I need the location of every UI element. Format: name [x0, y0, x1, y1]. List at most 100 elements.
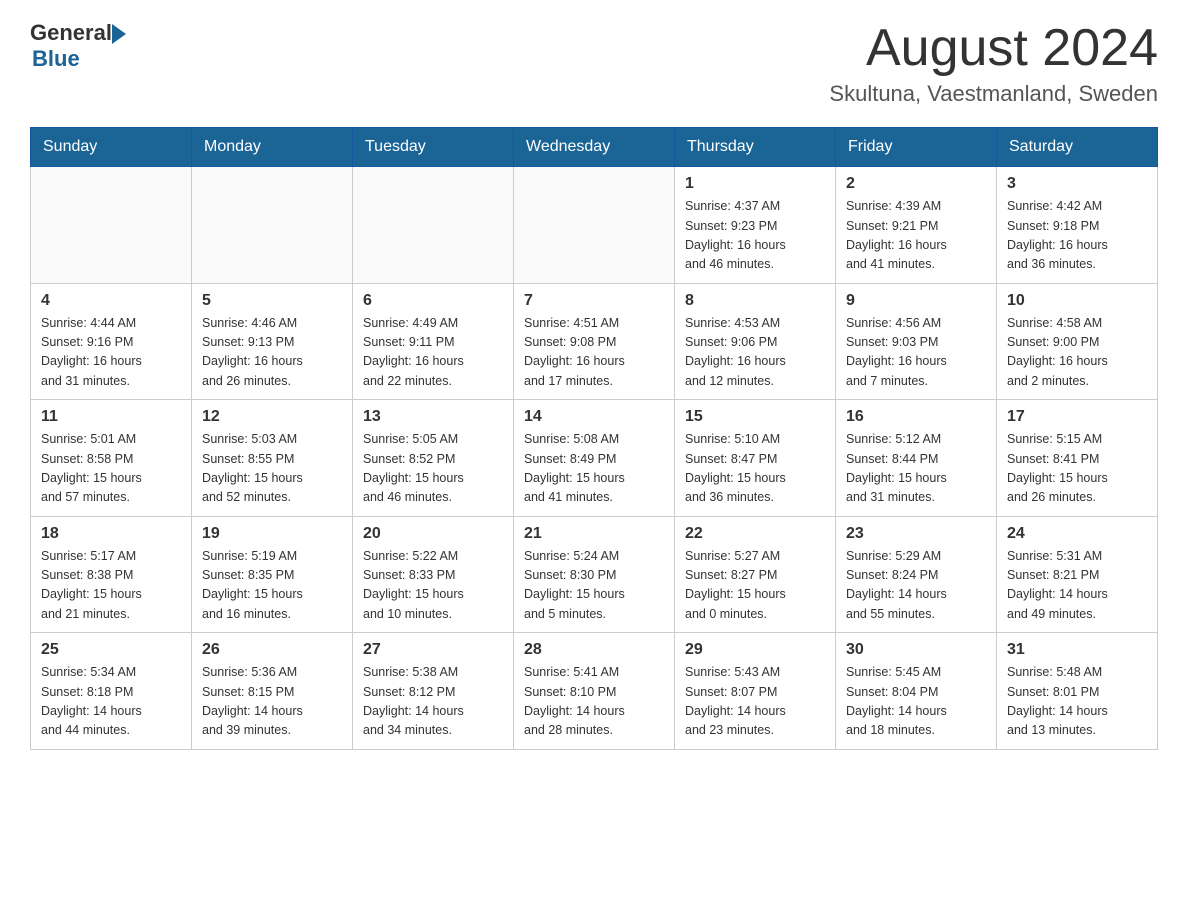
day-info: Sunrise: 5:41 AM Sunset: 8:10 PM Dayligh…	[524, 663, 664, 741]
calendar-cell: 24 Sunrise: 5:31 AM Sunset: 8:21 PM Dayli…	[997, 516, 1158, 633]
day-number: 7	[524, 292, 664, 310]
day-info: Sunrise: 5:05 AM Sunset: 8:52 PM Dayligh…	[363, 430, 503, 508]
calendar-cell: 30 Sunrise: 5:45 AM Sunset: 8:04 PM Dayli…	[836, 633, 997, 750]
week-row-1: 1 Sunrise: 4:37 AM Sunset: 9:23 PM Daylig…	[31, 167, 1158, 284]
day-number: 29	[685, 641, 825, 659]
day-info: Sunrise: 4:37 AM Sunset: 9:23 PM Dayligh…	[685, 197, 825, 275]
day-number: 31	[1007, 641, 1147, 659]
logo-general-text: General	[30, 20, 112, 46]
day-info: Sunrise: 4:42 AM Sunset: 9:18 PM Dayligh…	[1007, 197, 1147, 275]
day-number: 8	[685, 292, 825, 310]
day-info: Sunrise: 5:08 AM Sunset: 8:49 PM Dayligh…	[524, 430, 664, 508]
calendar-cell: 6Sunrise: 4:49 AM Sunset: 9:11 PM Daylig…	[353, 283, 514, 400]
day-info: Sunrise: 4:46 AM Sunset: 9:13 PM Dayligh…	[202, 314, 342, 392]
day-number: 5	[202, 292, 342, 310]
day-info: Sunrise: 5:03 AM Sunset: 8:55 PM Dayligh…	[202, 430, 342, 508]
day-number: 24	[1007, 525, 1147, 543]
day-info: Sunrise: 5:24 AM Sunset: 8:30 PM Dayligh…	[524, 547, 664, 625]
calendar-cell	[514, 167, 675, 284]
calendar-cell: 28 Sunrise: 5:41 AM Sunset: 8:10 PM Dayli…	[514, 633, 675, 750]
calendar-cell: 1 Sunrise: 4:37 AM Sunset: 9:23 PM Daylig…	[675, 167, 836, 284]
calendar-subtitle: Skultuna, Vaestmanland, Sweden	[829, 81, 1158, 107]
day-number: 20	[363, 525, 503, 543]
day-number: 30	[846, 641, 986, 659]
logo-blue-text: Blue	[32, 46, 80, 71]
calendar-title: August 2024	[829, 20, 1158, 77]
day-info: Sunrise: 5:10 AM Sunset: 8:47 PM Dayligh…	[685, 430, 825, 508]
calendar-cell: 13Sunrise: 5:05 AM Sunset: 8:52 PM Dayli…	[353, 400, 514, 517]
day-info: Sunrise: 5:48 AM Sunset: 8:01 PM Dayligh…	[1007, 663, 1147, 741]
day-number: 17	[1007, 408, 1147, 426]
calendar-cell: 23 Sunrise: 5:29 AM Sunset: 8:24 PM Dayli…	[836, 516, 997, 633]
day-number: 10	[1007, 292, 1147, 310]
day-number: 2	[846, 175, 986, 193]
calendar-cell: 19 Sunrise: 5:19 AM Sunset: 8:35 PM Dayli…	[192, 516, 353, 633]
calendar-cell: 4Sunrise: 4:44 AM Sunset: 9:16 PM Daylig…	[31, 283, 192, 400]
day-info: Sunrise: 5:38 AM Sunset: 8:12 PM Dayligh…	[363, 663, 503, 741]
calendar-cell: 31 Sunrise: 5:48 AM Sunset: 8:01 PM Dayli…	[997, 633, 1158, 750]
day-header-wednesday: Wednesday	[514, 128, 675, 167]
day-number: 11	[41, 408, 181, 426]
day-number: 15	[685, 408, 825, 426]
day-info: Sunrise: 5:29 AM Sunset: 8:24 PM Dayligh…	[846, 547, 986, 625]
day-header-tuesday: Tuesday	[353, 128, 514, 167]
calendar-cell: 8Sunrise: 4:53 AM Sunset: 9:06 PM Daylig…	[675, 283, 836, 400]
calendar-cell: 16 Sunrise: 5:12 AM Sunset: 8:44 PM Dayli…	[836, 400, 997, 517]
day-number: 25	[41, 641, 181, 659]
day-header-saturday: Saturday	[997, 128, 1158, 167]
calendar-cell: 7 Sunrise: 4:51 AM Sunset: 9:08 PM Daylig…	[514, 283, 675, 400]
day-number: 28	[524, 641, 664, 659]
day-info: Sunrise: 5:15 AM Sunset: 8:41 PM Dayligh…	[1007, 430, 1147, 508]
day-number: 22	[685, 525, 825, 543]
calendar-cell: 17 Sunrise: 5:15 AM Sunset: 8:41 PM Dayli…	[997, 400, 1158, 517]
day-number: 6	[363, 292, 503, 310]
day-number: 1	[685, 175, 825, 193]
day-number: 27	[363, 641, 503, 659]
day-info: Sunrise: 5:01 AM Sunset: 8:58 PM Dayligh…	[41, 430, 181, 508]
week-row-3: 11 Sunrise: 5:01 AM Sunset: 8:58 PM Dayli…	[31, 400, 1158, 517]
calendar-cell: 5 Sunrise: 4:46 AM Sunset: 9:13 PM Daylig…	[192, 283, 353, 400]
day-info: Sunrise: 5:43 AM Sunset: 8:07 PM Dayligh…	[685, 663, 825, 741]
day-number: 3	[1007, 175, 1147, 193]
day-number: 26	[202, 641, 342, 659]
day-number: 16	[846, 408, 986, 426]
day-info: Sunrise: 5:34 AM Sunset: 8:18 PM Dayligh…	[41, 663, 181, 741]
calendar-cell	[31, 167, 192, 284]
calendar-cell: 22 Sunrise: 5:27 AM Sunset: 8:27 PM Dayli…	[675, 516, 836, 633]
day-number: 19	[202, 525, 342, 543]
calendar-cell: 27 Sunrise: 5:38 AM Sunset: 8:12 PM Dayli…	[353, 633, 514, 750]
day-info: Sunrise: 4:58 AM Sunset: 9:00 PM Dayligh…	[1007, 314, 1147, 392]
day-info: Sunrise: 5:27 AM Sunset: 8:27 PM Dayligh…	[685, 547, 825, 625]
day-number: 9	[846, 292, 986, 310]
calendar-cell: 25 Sunrise: 5:34 AM Sunset: 8:18 PM Dayli…	[31, 633, 192, 750]
week-row-4: 18Sunrise: 5:17 AM Sunset: 8:38 PM Dayli…	[31, 516, 1158, 633]
calendar-cell: 11 Sunrise: 5:01 AM Sunset: 8:58 PM Dayli…	[31, 400, 192, 517]
calendar-table: SundayMondayTuesdayWednesdayThursdayFrid…	[30, 127, 1158, 750]
calendar-cell: 20 Sunrise: 5:22 AM Sunset: 8:33 PM Dayli…	[353, 516, 514, 633]
calendar-cell: 15 Sunrise: 5:10 AM Sunset: 8:47 PM Dayli…	[675, 400, 836, 517]
calendar-cell: 14Sunrise: 5:08 AM Sunset: 8:49 PM Dayli…	[514, 400, 675, 517]
calendar-cell: 2 Sunrise: 4:39 AM Sunset: 9:21 PM Daylig…	[836, 167, 997, 284]
day-info: Sunrise: 5:17 AM Sunset: 8:38 PM Dayligh…	[41, 547, 181, 625]
calendar-cell: 10 Sunrise: 4:58 AM Sunset: 9:00 PM Dayli…	[997, 283, 1158, 400]
calendar-cell: 21Sunrise: 5:24 AM Sunset: 8:30 PM Dayli…	[514, 516, 675, 633]
calendar-cell: 26 Sunrise: 5:36 AM Sunset: 8:15 PM Dayli…	[192, 633, 353, 750]
calendar-cell: 9 Sunrise: 4:56 AM Sunset: 9:03 PM Daylig…	[836, 283, 997, 400]
day-info: Sunrise: 5:31 AM Sunset: 8:21 PM Dayligh…	[1007, 547, 1147, 625]
logo-arrow-icon	[112, 24, 126, 44]
day-info: Sunrise: 5:45 AM Sunset: 8:04 PM Dayligh…	[846, 663, 986, 741]
title-section: August 2024 Skultuna, Vaestmanland, Swed…	[829, 20, 1158, 107]
day-info: Sunrise: 5:36 AM Sunset: 8:15 PM Dayligh…	[202, 663, 342, 741]
calendar-cell: 3 Sunrise: 4:42 AM Sunset: 9:18 PM Daylig…	[997, 167, 1158, 284]
day-number: 23	[846, 525, 986, 543]
day-info: Sunrise: 5:19 AM Sunset: 8:35 PM Dayligh…	[202, 547, 342, 625]
day-info: Sunrise: 4:56 AM Sunset: 9:03 PM Dayligh…	[846, 314, 986, 392]
day-header-friday: Friday	[836, 128, 997, 167]
calendar-cell	[353, 167, 514, 284]
day-info: Sunrise: 5:22 AM Sunset: 8:33 PM Dayligh…	[363, 547, 503, 625]
calendar-cell: 18Sunrise: 5:17 AM Sunset: 8:38 PM Dayli…	[31, 516, 192, 633]
day-info: Sunrise: 4:39 AM Sunset: 9:21 PM Dayligh…	[846, 197, 986, 275]
day-info: Sunrise: 5:12 AM Sunset: 8:44 PM Dayligh…	[846, 430, 986, 508]
calendar-cell	[192, 167, 353, 284]
day-info: Sunrise: 4:51 AM Sunset: 9:08 PM Dayligh…	[524, 314, 664, 392]
